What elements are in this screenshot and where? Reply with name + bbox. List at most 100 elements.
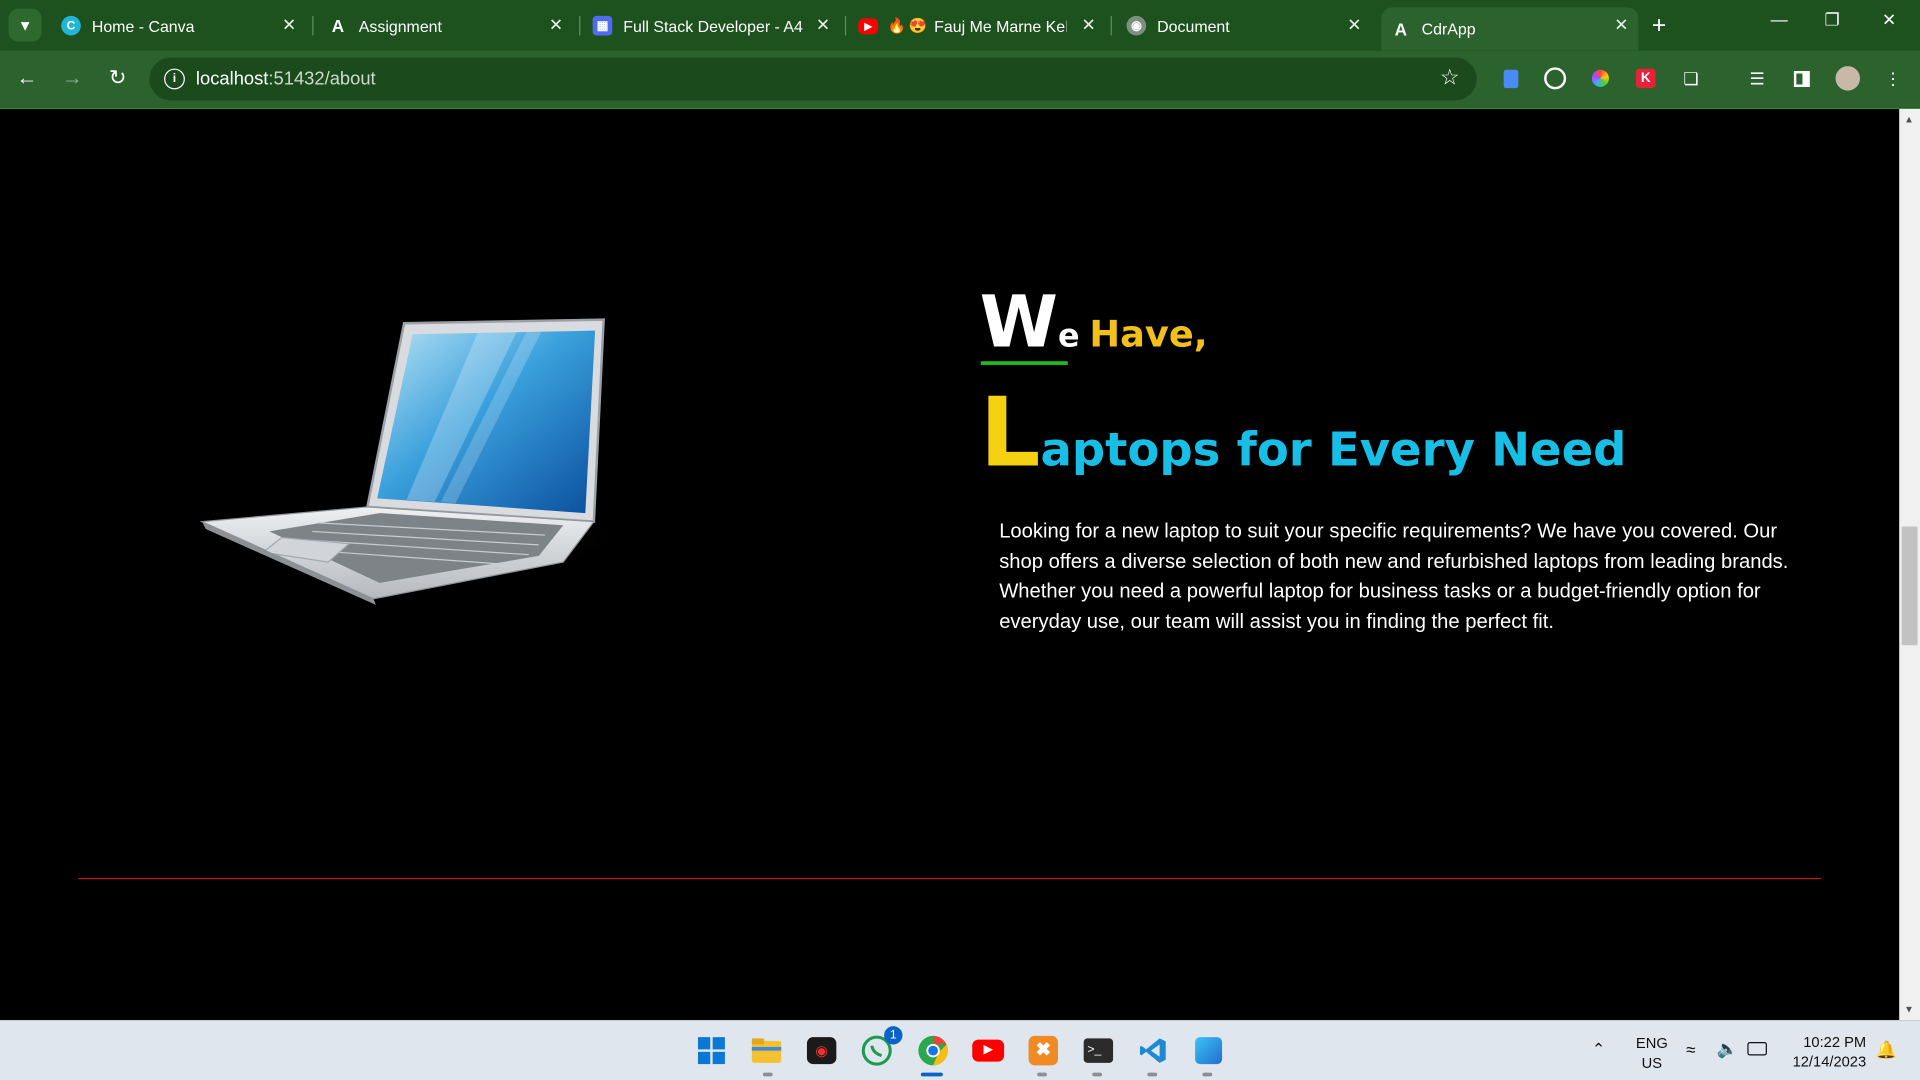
terminal-icon[interactable]: >_ xyxy=(1080,1032,1117,1069)
clock[interactable]: 10:22 PM 12/14/2023 xyxy=(1785,1032,1867,1071)
color-picker-extension-icon[interactable] xyxy=(1588,66,1612,90)
tab-separator xyxy=(579,15,581,36)
region-code: US xyxy=(1641,1054,1663,1072)
bookmark-star-icon[interactable]: ☆ xyxy=(1440,65,1460,91)
laptop-image xyxy=(195,318,637,605)
close-icon[interactable]: ✕ xyxy=(549,15,563,36)
tab-title: CdrApp xyxy=(1421,19,1476,38)
browser-menu-icon[interactable]: ⋮ xyxy=(1881,66,1905,90)
page-scrollbar[interactable]: ▲ ▼ xyxy=(1899,108,1920,1021)
screen-recorder-icon[interactable]: ◉ xyxy=(803,1032,840,1069)
close-icon[interactable]: ✕ xyxy=(1614,15,1628,36)
window-close-button[interactable]: ✕ xyxy=(1882,10,1896,31)
scrollbar-thumb[interactable] xyxy=(1901,526,1918,646)
windows-taskbar: ◉ 1 ▶ ✖ >_ ⌃ ENG US ≈ 🔈 10:22 PM 12/14/2… xyxy=(0,1020,1920,1080)
back-button[interactable]: ← xyxy=(12,64,41,93)
forward-button[interactable]: → xyxy=(58,64,87,93)
whatsapp-icon[interactable]: 1 xyxy=(858,1026,903,1069)
heading-initial-w: W xyxy=(979,280,1058,364)
photos-icon[interactable] xyxy=(1190,1032,1227,1069)
tab-strip: ▼ C Home - Canva ✕ A Assignment ✕ ▦ Full… xyxy=(0,0,1920,51)
heading-initial-l: L xyxy=(979,378,1041,489)
heading-underline xyxy=(980,361,1068,365)
tab-assignment[interactable]: A Assignment ✕ xyxy=(321,7,573,44)
address-bar[interactable]: i localhost:51432/about ☆ xyxy=(149,57,1477,101)
section-divider xyxy=(78,877,1821,880)
heading-letter-e: e xyxy=(1057,318,1080,356)
wifi-icon[interactable]: ≈ xyxy=(1686,1040,1695,1060)
heading-have: Have, xyxy=(1089,313,1208,357)
red-extension-icon[interactable]: K xyxy=(1633,66,1657,90)
new-tab-button[interactable]: + xyxy=(1652,12,1666,40)
angular-icon: A xyxy=(331,15,345,36)
media-control-icon[interactable]: ☰ xyxy=(1745,66,1769,90)
language-code: ENG xyxy=(1635,1034,1668,1052)
windows-start-icon[interactable] xyxy=(693,1032,730,1069)
taskbar-indicator xyxy=(762,1072,773,1077)
close-icon[interactable]: ✕ xyxy=(1347,15,1361,36)
show-hidden-icons-chevron-icon[interactable]: ⌃ xyxy=(1592,1040,1605,1060)
language-indicator[interactable]: ENG US xyxy=(1636,1033,1668,1072)
minimize-button[interactable]: — xyxy=(1771,10,1788,30)
tab-title: Full Stack Developer - A4 xyxy=(623,16,803,35)
about-page: We Have, Laptops for Every Need Looking f… xyxy=(0,108,1900,1021)
close-icon[interactable]: ✕ xyxy=(282,15,296,36)
reload-button[interactable]: ↻ xyxy=(103,64,132,93)
taskbar-indicator xyxy=(1202,1072,1213,1077)
tab-cdrapp[interactable]: A CdrApp ✕ xyxy=(1381,7,1639,51)
close-icon[interactable]: ✕ xyxy=(816,15,830,36)
we-have-heading: We Have, xyxy=(980,280,1208,363)
taskbar-indicator xyxy=(1147,1072,1158,1077)
tab-separator xyxy=(1110,15,1112,36)
taskbar-indicator xyxy=(1037,1072,1047,1077)
url-host: localhost xyxy=(195,68,269,90)
about-paragraph: Looking for a new laptop to suit your sp… xyxy=(999,520,1789,633)
globe-icon: ◉ xyxy=(1126,15,1147,36)
tab-separator xyxy=(312,15,314,36)
laptops-heading: Laptops for Every Need xyxy=(980,378,1627,488)
chevron-down-icon: ▼ xyxy=(17,16,33,34)
side-panel-icon[interactable] xyxy=(1789,66,1813,90)
url-text[interactable]: localhost:51432/about xyxy=(196,69,376,90)
xampp-icon[interactable]: ✖ xyxy=(1025,1032,1062,1069)
heading-laptops-text: aptops for Every Need xyxy=(1040,422,1627,477)
tab-title: Fauj Me Marne Keliye xyxy=(934,16,1067,35)
document-icon: ▦ xyxy=(592,15,613,36)
youtube-app-icon[interactable]: ▶ xyxy=(970,1032,1007,1069)
taskbar-active-indicator xyxy=(920,1072,943,1077)
tab-separator xyxy=(844,15,847,36)
tab-full-stack-developer[interactable]: ▦ Full Stack Developer - A4 ✕ xyxy=(588,7,840,44)
tab-title: Assignment xyxy=(358,16,442,35)
extensions-puzzle-icon[interactable]: ❏ xyxy=(1679,66,1703,90)
tab-search-button[interactable]: ▼ xyxy=(8,8,42,42)
taskbar-indicator xyxy=(1092,1072,1103,1077)
volume-icon[interactable]: 🔈 xyxy=(1717,1038,1738,1059)
tab-youtube[interactable]: ▶ 🔥 😍 Fauj Me Marne Keliye ✕ xyxy=(853,7,1105,44)
canva-icon: C xyxy=(61,15,81,36)
chrome-icon[interactable] xyxy=(915,1032,952,1069)
restore-button[interactable]: ❐ xyxy=(1825,10,1840,31)
file-explorer-icon[interactable] xyxy=(748,1032,785,1069)
scroll-up-arrow-icon[interactable]: ▲ xyxy=(1904,114,1914,125)
notification-bell-icon[interactable]: 🔔 xyxy=(1876,1040,1897,1061)
url-path: :51432/about xyxy=(268,68,376,90)
vscode-icon[interactable] xyxy=(1135,1032,1172,1069)
notification-badge: 1 xyxy=(884,1026,903,1045)
tab-canva[interactable]: C Home - Canva ✕ xyxy=(54,7,306,44)
browser-toolbar: ← → ↻ i localhost:51432/about ☆ K ❏ ☰ ⋮ xyxy=(0,50,1920,108)
angular-icon: A xyxy=(1394,18,1408,39)
tab-document[interactable]: ◉ Document ✕ xyxy=(1119,7,1371,44)
clock-date: 12/14/2023 xyxy=(1792,1053,1867,1071)
extension-circle-icon[interactable] xyxy=(1543,66,1567,90)
close-icon[interactable]: ✕ xyxy=(1082,15,1096,36)
tab-title: Document xyxy=(1157,16,1230,35)
site-info-icon[interactable]: i xyxy=(164,68,185,90)
battery-icon[interactable] xyxy=(1747,1042,1767,1059)
fire-emoji-icon: 🔥 xyxy=(887,17,907,35)
tab-title: Home - Canva xyxy=(91,16,195,35)
profile-avatar[interactable] xyxy=(1835,66,1861,91)
google-docs-extension-icon[interactable] xyxy=(1499,66,1523,90)
clock-time: 10:22 PM xyxy=(1803,1033,1867,1051)
scroll-down-arrow-icon[interactable]: ▼ xyxy=(1904,1004,1914,1015)
face-emoji-icon: 😍 xyxy=(908,17,927,35)
